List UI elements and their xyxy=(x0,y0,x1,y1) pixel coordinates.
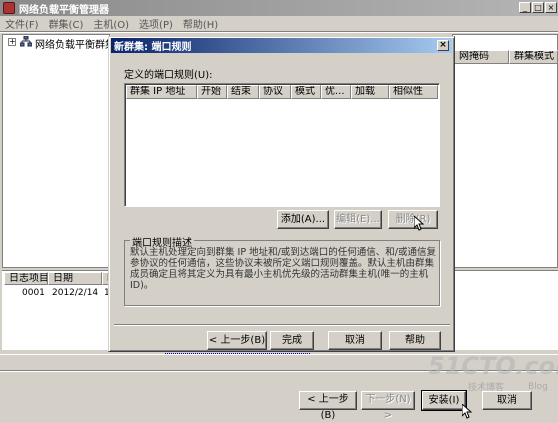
menu-host[interactable]: 主机(O) xyxy=(88,16,134,31)
edit-rule-button[interactable]: 编辑(E)... xyxy=(334,210,382,229)
hosts-col-netmask[interactable]: 网掩码 xyxy=(454,50,509,64)
dialog-back-button[interactable]: < 上一步(B) xyxy=(207,331,267,350)
menu-cluster[interactable]: 群集(C) xyxy=(44,16,89,31)
rules-col-protocol[interactable]: 协议 xyxy=(259,85,291,99)
delete-rule-button[interactable]: 删除(R) xyxy=(388,210,438,229)
wizard-link-underline[interactable] xyxy=(165,353,310,354)
cluster-tree-pane[interactable] xyxy=(2,34,110,268)
dialog-cancel-button[interactable]: 取消 xyxy=(328,331,382,350)
tree-expand-icon[interactable]: + xyxy=(8,38,16,46)
watermark-sub2: Blog xyxy=(528,382,548,392)
minimize-button[interactable]: _ xyxy=(519,2,531,13)
watermark-sub: 技术博客 xyxy=(468,383,505,393)
menu-options[interactable]: 选项(P) xyxy=(134,16,178,31)
rules-col-affinity[interactable]: 相似性 xyxy=(389,85,438,99)
app-icon xyxy=(3,2,15,14)
dialog-title: 新群集: 端口规则 xyxy=(114,42,192,53)
mouse-pointer-icon xyxy=(413,214,425,235)
site-watermark: 51CTO.com 技术博客 Blog xyxy=(418,352,558,422)
rules-col-end[interactable]: 结束 xyxy=(227,85,259,99)
rule-description-text: 默认主机处理定向到群集 IP 地址和/或到达端口的任何通信、和/或通信复参协议的… xyxy=(130,247,436,291)
tree-root-label[interactable]: 网络负载平衡群集 xyxy=(35,36,108,51)
rules-list-label: 定义的端口规则(U): xyxy=(124,70,213,81)
maximize-button[interactable]: □ xyxy=(532,2,544,13)
menu-help[interactable]: 帮助(H) xyxy=(178,16,223,31)
rules-col-mode[interactable]: 模式 xyxy=(291,85,321,99)
cluster-tree-icon xyxy=(19,35,33,47)
close-button[interactable]: × xyxy=(545,2,557,13)
watermark-main: 51CTO.com xyxy=(428,352,558,380)
add-rule-button[interactable]: 添加(A)... xyxy=(277,210,329,229)
log-cell-date: 2012/2/14 xyxy=(52,288,99,298)
dialog-divider xyxy=(114,324,450,326)
dialog-help-button[interactable]: 帮助 xyxy=(389,331,441,350)
wizard-next-button[interactable]: 下一步(N) > xyxy=(361,391,415,421)
log-cell-item: 0001 xyxy=(22,288,45,298)
port-rules-list[interactable] xyxy=(124,83,440,207)
log-col-date[interactable]: 日期 xyxy=(48,272,102,285)
mouse-pointer-icon xyxy=(461,402,473,423)
dialog-close-button[interactable]: × xyxy=(437,40,449,51)
rules-col-cluster-ip[interactable]: 群集 IP 地址 xyxy=(126,85,197,99)
app-title: 网络负载平衡管理器 xyxy=(19,4,109,16)
log-col-item[interactable]: 日志项目 xyxy=(4,272,48,285)
menubar-divider xyxy=(0,31,558,33)
hosts-col-cluster-mode[interactable]: 群集模式 xyxy=(509,50,558,64)
main-titlebar: 网络负载平衡管理器 _ □ × xyxy=(0,0,558,16)
menu-file[interactable]: 文件(F) xyxy=(0,16,44,31)
rules-col-start[interactable]: 开始 xyxy=(197,85,227,99)
rules-col-priority[interactable]: 优... xyxy=(321,85,351,99)
hosts-pane[interactable] xyxy=(452,34,558,268)
rules-col-load[interactable]: 加载 xyxy=(351,85,389,99)
dialog-finish-button[interactable]: 完成 xyxy=(270,331,314,350)
menubar: 文件(F) 群集(C) 主机(O) 选项(P) 帮助(H) xyxy=(0,16,558,31)
wizard-back-button[interactable]: < 上一步(B) xyxy=(299,391,357,421)
dialog-titlebar: 新群集: 端口规则 × xyxy=(111,38,452,53)
